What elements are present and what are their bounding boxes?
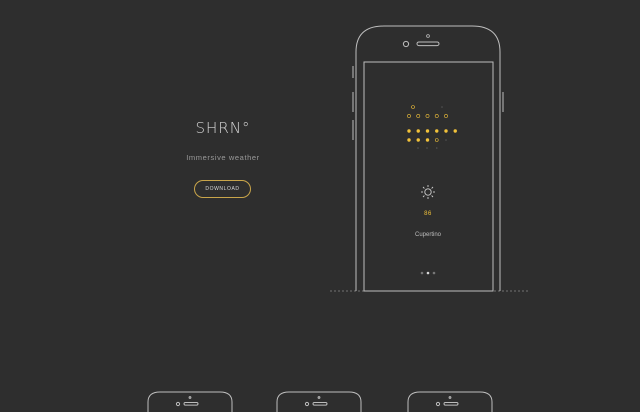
thumbnail-phone-3	[407, 391, 493, 412]
thumbnail-phone-2	[276, 391, 362, 412]
matrix-dot	[444, 114, 448, 118]
matrix-dot	[425, 114, 430, 118]
page-dot	[426, 271, 430, 275]
hero-section: SHRN° Immersive weather DOWNLOAD 86 Cupe…	[0, 0, 640, 412]
matrix-dot	[435, 129, 439, 133]
sun-icon	[421, 185, 435, 199]
matrix-dot	[425, 129, 430, 133]
matrix-dot	[435, 147, 438, 149]
matrix-dot	[416, 114, 421, 118]
matrix-dot	[407, 114, 411, 118]
weather-dot-grid	[407, 105, 457, 149]
matrix-dot	[411, 105, 415, 109]
matrix-dot	[417, 147, 419, 149]
matrix-dot	[416, 129, 420, 133]
thumbnail-phone-1	[147, 391, 233, 412]
phone-outline	[352, 25, 504, 292]
matrix-dot	[416, 138, 420, 142]
matrix-dot	[441, 106, 443, 108]
matrix-dot	[453, 129, 457, 133]
front-camera-icon	[402, 40, 410, 48]
page-dot	[432, 271, 436, 275]
matrix-dot	[434, 138, 439, 142]
matrix-dot	[434, 114, 439, 118]
matrix-dot	[445, 139, 447, 141]
page-dot	[420, 271, 424, 275]
matrix-dot	[425, 138, 430, 142]
matrix-dot	[407, 129, 411, 133]
speaker-slot	[416, 41, 440, 47]
page-indicator	[420, 271, 436, 275]
matrix-dot	[407, 138, 411, 142]
matrix-dot	[426, 147, 428, 149]
sensor-dot	[426, 34, 430, 38]
matrix-dot	[444, 129, 448, 133]
temperature-value: 86	[424, 211, 432, 217]
city-name: Cupertino	[414, 232, 441, 238]
phone-illustration	[147, 25, 528, 412]
